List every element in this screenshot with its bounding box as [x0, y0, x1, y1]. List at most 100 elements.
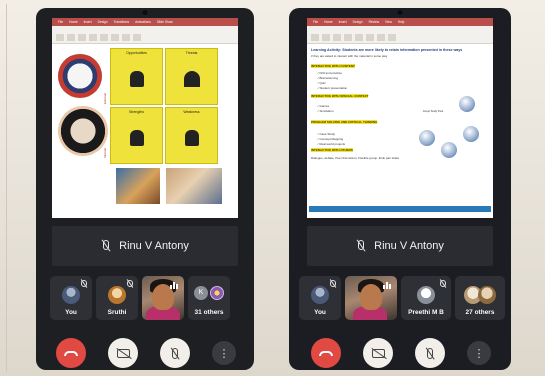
- mic-off-icon: [330, 280, 336, 287]
- participant-strip: You Sruthi K 31 others: [50, 276, 230, 320]
- ppt-tab-slideshow[interactable]: Slide Show: [157, 20, 173, 24]
- participant-tile-others[interactable]: 27 others: [455, 276, 505, 320]
- ribbon-tool[interactable]: [122, 34, 130, 41]
- circle-photo-1: [58, 54, 102, 98]
- shared-screen[interactable]: File Home Insert Design Transitions Anim…: [52, 18, 238, 218]
- list-item: Simulation: [317, 109, 334, 113]
- ribbon-tool[interactable]: [78, 34, 86, 41]
- section-heading-4: INTERACTIVE WITH OTHERS: [311, 148, 353, 152]
- end-call-button[interactable]: [56, 338, 86, 368]
- slide-footer-text: Dialogue, debate, Peer discussion, Flexi…: [311, 156, 400, 160]
- cycle-node: [463, 126, 479, 142]
- ppt-tab-insert[interactable]: Insert: [339, 20, 347, 24]
- witch-hat-icon: [183, 71, 200, 88]
- participant-tile-you[interactable]: You: [50, 276, 92, 320]
- more-options-button[interactable]: ⋮: [467, 341, 491, 365]
- avatar: [108, 286, 126, 304]
- participant-tile-you[interactable]: You: [299, 276, 341, 320]
- circle-photo-2: [58, 106, 108, 156]
- participant-name: You: [314, 309, 326, 316]
- end-call-button[interactable]: [311, 338, 341, 368]
- ppt-tab-insert[interactable]: Insert: [84, 20, 92, 24]
- ribbon-tool[interactable]: [133, 34, 141, 41]
- avatar: [62, 286, 80, 304]
- list-item: Quiz: [317, 81, 326, 85]
- ppt-tab-transitions[interactable]: Transitions: [114, 20, 129, 24]
- ribbon-tool[interactable]: [333, 34, 341, 41]
- cycle-label: Group Study Pool: [422, 110, 444, 113]
- mic-off-icon: [356, 240, 365, 252]
- ppt-tab-help[interactable]: Help: [398, 20, 405, 24]
- ppt-tab-home[interactable]: Home: [324, 20, 333, 24]
- slide-subtitle: if they are asked to interact with the m…: [311, 54, 388, 58]
- camera-toggle-button[interactable]: [363, 338, 393, 368]
- more-options-button[interactable]: ⋮: [212, 341, 236, 365]
- mic-off-icon: [101, 240, 110, 252]
- ppt-tab-review[interactable]: Review: [369, 20, 379, 24]
- call-controls: ⋮: [56, 338, 236, 368]
- camera-off-icon: [371, 348, 385, 358]
- ppt-tab-file[interactable]: File: [313, 20, 318, 24]
- swot-grid: Opportunities Threats Strengths Weakness: [110, 48, 218, 164]
- participant-initial-badge: K: [194, 286, 208, 300]
- ribbon-tool[interactable]: [388, 34, 396, 41]
- mic-toggle-button[interactable]: [415, 338, 445, 368]
- active-speaker-bar: Rinu V Antony: [307, 226, 493, 266]
- hangup-icon: [319, 350, 333, 356]
- participant-name: 31 others: [194, 309, 224, 316]
- swot-threats: Threats: [165, 48, 218, 105]
- shared-screen[interactable]: File Home Insert Design Review View Help…: [307, 18, 493, 218]
- front-camera: [397, 10, 403, 15]
- ppt-tab-design[interactable]: Design: [353, 20, 363, 24]
- ppt-tab-design[interactable]: Design: [98, 20, 108, 24]
- ppt-tab-animations[interactable]: Animations: [135, 20, 151, 24]
- ppt-tab-view[interactable]: View: [385, 20, 392, 24]
- audio-bars-icon: [170, 281, 178, 289]
- active-speaker-bar: Rinu V Antony: [52, 226, 238, 266]
- swot-label-external: External: [103, 92, 107, 104]
- mic-off-icon: [427, 347, 433, 359]
- swot-weakness: Weakness: [165, 107, 218, 164]
- mic-off-icon: [127, 280, 133, 287]
- slide-image-1: [116, 168, 160, 204]
- participant-name: 27 others: [465, 309, 495, 316]
- ribbon-tool[interactable]: [56, 34, 64, 41]
- section-heading-1: INTERACTIVE WITH CONTENT: [311, 64, 355, 68]
- participant-strip: You Preethi M B 27 others: [299, 276, 505, 320]
- ribbon-tool[interactable]: [377, 34, 385, 41]
- hangup-icon: [64, 350, 78, 356]
- ppt-tab-file[interactable]: File: [58, 20, 63, 24]
- avatar: [417, 286, 435, 304]
- figure-icon: [129, 71, 144, 88]
- swot-threats-label: Threats: [185, 51, 198, 55]
- participant-tile-video[interactable]: [345, 276, 397, 320]
- list-item: Concept Mapping: [317, 137, 344, 141]
- call-controls: ⋮: [311, 338, 491, 368]
- ribbon-tool[interactable]: [344, 34, 352, 41]
- participant-name: You: [65, 309, 77, 316]
- participant-tile-sruthi[interactable]: Sruthi: [96, 276, 138, 320]
- list-item: Brainstorming: [317, 76, 339, 80]
- ribbon-tool[interactable]: [366, 34, 374, 41]
- ribbon-tool[interactable]: [100, 34, 108, 41]
- ribbon-tool[interactable]: [311, 34, 319, 41]
- participant-tile-preethi[interactable]: Preethi M B: [401, 276, 451, 320]
- speaker-name: Rinu V Antony: [374, 240, 444, 252]
- swot-weakness-label: Weakness: [183, 110, 200, 114]
- ribbon-tool[interactable]: [322, 34, 330, 41]
- ribbon-tool[interactable]: [355, 34, 363, 41]
- participant-tile-others[interactable]: K 31 others: [188, 276, 230, 320]
- ribbon-tool[interactable]: [111, 34, 119, 41]
- camera-toggle-button[interactable]: [108, 338, 138, 368]
- list-item: Drill and practice: [317, 71, 342, 75]
- speaker-name: Rinu V Antony: [119, 240, 189, 252]
- section-heading-3: PROBLEM SOLVING AND CRITICAL THINKING: [311, 120, 378, 124]
- participant-tile-video[interactable]: [142, 276, 184, 320]
- flower-avatar: [210, 286, 224, 300]
- ribbon-tool[interactable]: [89, 34, 97, 41]
- list-item: Games: [317, 104, 330, 108]
- ppt-tab-home[interactable]: Home: [69, 20, 78, 24]
- ribbon-tool[interactable]: [67, 34, 75, 41]
- mic-toggle-button[interactable]: [160, 338, 190, 368]
- avatar: [311, 286, 329, 304]
